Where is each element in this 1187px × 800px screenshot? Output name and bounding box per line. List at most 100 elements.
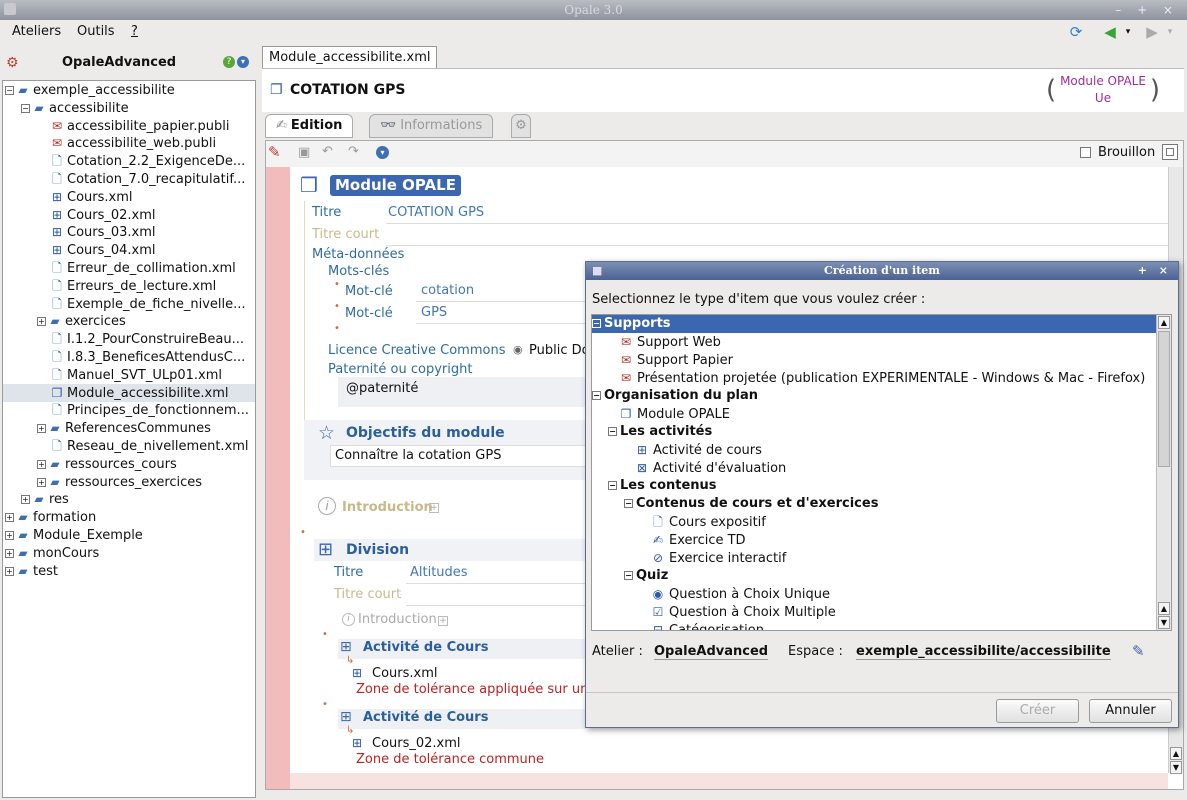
document-tab[interactable]: Module_accessibilite.xml [262, 46, 438, 68]
brouillon-checkbox[interactable] [1080, 147, 1091, 158]
menu-ateliers[interactable]: Ateliers [12, 24, 61, 39]
expand-icon[interactable]: + [21, 495, 30, 505]
expand-icon[interactable]: + [37, 317, 46, 327]
expand-icon[interactable]: + [5, 513, 14, 523]
list-item-organisation[interactable]: − Organisation du plan [592, 387, 758, 405]
scroll-up-icon[interactable]: ▲ [1158, 316, 1170, 329]
dialog-window-controls[interactable]: + × [1138, 262, 1172, 280]
tree-item[interactable]: + ▰ formation [3, 508, 255, 526]
objectifs-value[interactable]: Connaître la cotation GPS [335, 448, 501, 463]
expand-icon[interactable]: + [5, 531, 14, 540]
tree-item[interactable]: ⊞ Cours_03.xml [3, 223, 255, 241]
tree-item[interactable]: + ▰ test [3, 562, 255, 580]
menu-help[interactable]: ? [131, 24, 138, 39]
tab-settings[interactable]: ⚙ [511, 114, 531, 138]
tree-item[interactable]: + ▰ ReferencesCommunes [3, 419, 255, 437]
tree-item[interactable]: + ▰ ressources_cours [3, 455, 255, 473]
scroll-up-icon[interactable]: ▲ [1158, 602, 1170, 615]
back-dropdown-icon[interactable]: ▾ [1118, 23, 1138, 41]
list-item-support-papier[interactable]: ✉ Support Papier [618, 351, 733, 369]
list-item-quiz[interactable]: − Quiz [624, 567, 668, 585]
tree-item[interactable]: + ▰ res [3, 490, 255, 508]
forward-dropdown-icon[interactable]: ▾ [1160, 23, 1180, 41]
list-item-activites[interactable]: − Les activités [608, 423, 712, 441]
maximize-icon[interactable] [1162, 144, 1178, 160]
tab-edition[interactable]: ✍ Edition [265, 114, 354, 138]
create-button[interactable]: Créer [996, 699, 1079, 723]
tree-item[interactable]: − ▰ exemple_accessibilite [3, 81, 255, 99]
tree-item[interactable]: ✉ accessibilite_papier.publi [3, 117, 255, 135]
list-item-exercice-td[interactable]: ✍ Exercice TD [650, 531, 746, 549]
list-item-contenus-cours[interactable]: − Contenus de cours et d'exercices [624, 495, 878, 513]
radio-icon[interactable]: ◉ [513, 343, 523, 356]
pencil-icon[interactable]: ✎ [268, 143, 281, 161]
expand-icon[interactable]: + [37, 477, 46, 487]
tree-item[interactable]: ⊞ Cours_02.xml [3, 206, 255, 224]
tree-item[interactable]: ❐ Module_accessibilite.xml [3, 383, 255, 402]
tree-item[interactable]: 🗋 Reseau_de_nivellement.xml [3, 437, 255, 455]
tree-item[interactable]: 🗋 Cotation_7.0_recapitulatif... [3, 170, 255, 188]
tree-item[interactable]: 🗋 Exemple_de_fiche_nivelle... [3, 295, 255, 313]
scroll-down-icon[interactable]: ▼ [1158, 616, 1170, 629]
tree-item[interactable]: + ▰ exercices [3, 312, 255, 330]
back-arrow-icon[interactable]: ◀ [1100, 23, 1120, 41]
list-item-contenus[interactable]: − Les contenus [608, 477, 717, 495]
division-introduction-label[interactable]: Introduction [358, 612, 437, 627]
save-icon[interactable]: ▣ [298, 145, 310, 160]
activite-1-file[interactable]: Cours.xml [372, 666, 438, 681]
list-item-activite-cours[interactable]: ⊞ Activité de cours [634, 441, 762, 459]
list-item-support-web[interactable]: ✉ Support Web [618, 333, 721, 351]
menu-down-icon[interactable]: ▾ [237, 56, 249, 68]
tree-item[interactable]: 🗋 I.1.2_PourConstruireBeau... [3, 330, 255, 348]
licence-value[interactable]: Public Do [529, 343, 590, 358]
tree-item[interactable]: + ▰ Module_Exemple [3, 526, 255, 544]
options-down-icon[interactable]: ▾ [376, 146, 389, 159]
tree-item[interactable]: 🗋 Cotation_2.2_ExigenceDe... [3, 152, 255, 170]
division-titre-value[interactable]: Altitudes [410, 565, 468, 580]
cancel-button[interactable]: Annuler [1089, 699, 1172, 723]
scroll-up-icon[interactable]: ▲ [1170, 747, 1182, 760]
help-icon[interactable]: ? [223, 56, 235, 68]
expand-icon[interactable]: + [37, 424, 46, 434]
list-item-exercice-interactif[interactable]: ⊘ Exercice interactif [650, 549, 786, 567]
list-item-activite-eval[interactable]: ⊠ Activité d'évaluation [634, 459, 786, 477]
introduction-label[interactable]: Introduction [342, 500, 433, 515]
mot-cle-value-2[interactable]: GPS [421, 305, 447, 320]
expand-icon[interactable]: + [37, 459, 46, 469]
tree-item[interactable]: − ▰ accessibilite [3, 99, 255, 117]
list-item-qcm[interactable]: ☑ Question à Choix Multiple [650, 603, 836, 621]
list-item-qcu[interactable]: ◉ Question à Choix Unique [650, 585, 830, 603]
activite-2-file[interactable]: Cours_02.xml [372, 736, 461, 751]
window-controls[interactable]: – + × [1115, 0, 1179, 20]
undo-icon[interactable]: ↶ [322, 144, 333, 159]
list-item-presentation[interactable]: ✉ Présentation projetée (publication EXPE… [618, 369, 1145, 387]
list-item-categorisation[interactable]: ⊟ Catégorisation [650, 621, 764, 630]
dialog-list-scrollbar[interactable]: ▲ ▲ ▼ [1156, 315, 1171, 630]
menu-outils[interactable]: Outils [77, 24, 115, 39]
expand-icon[interactable]: + [5, 566, 14, 576]
redo-icon[interactable]: ↷ [348, 144, 359, 159]
tree-item[interactable]: 🗋 Erreurs_de_lecture.xml [3, 277, 255, 295]
list-item-supports[interactable]: − Supports [592, 315, 1156, 333]
add-introduction-icon[interactable]: + [429, 503, 439, 513]
titre-value[interactable]: COTATION GPS [388, 205, 484, 220]
tree-item[interactable]: ✉ accessibilite_web.publi [3, 134, 255, 152]
refresh-icon[interactable]: ⟳ [1066, 23, 1086, 41]
tree-item[interactable]: 🗋 Principes_de_fonctionnem... [3, 401, 255, 419]
tree-item[interactable]: 🗋 I.8.3_BeneficesAttendusC... [3, 348, 255, 366]
edit-space-icon[interactable]: ✎ [1132, 642, 1145, 660]
collapse-icon[interactable]: − [21, 103, 30, 113]
paternite-value[interactable]: @paternité [346, 381, 418, 396]
collapse-icon[interactable]: − [5, 86, 14, 95]
add-division-intro-icon[interactable]: + [438, 616, 448, 626]
tree-item[interactable]: 🗋 Erreur_de_collimation.xml [3, 259, 255, 277]
mot-cle-value-1[interactable]: cotation [421, 283, 474, 298]
tree-item[interactable]: ⊞ Cours_04.xml [3, 241, 255, 259]
tree-item[interactable]: 🗋 Manuel_SVT_ULp01.xml [3, 366, 255, 384]
scroll-down-icon[interactable]: ▼ [1170, 761, 1182, 774]
scroll-thumb[interactable] [1158, 331, 1170, 467]
list-item-module-opale[interactable]: ❐ Module OPALE [618, 405, 730, 423]
expand-icon[interactable]: + [5, 548, 14, 558]
tab-informations[interactable]: 👓 Informations [369, 114, 494, 138]
tree-item[interactable]: ⊞ Cours.xml [3, 188, 255, 206]
